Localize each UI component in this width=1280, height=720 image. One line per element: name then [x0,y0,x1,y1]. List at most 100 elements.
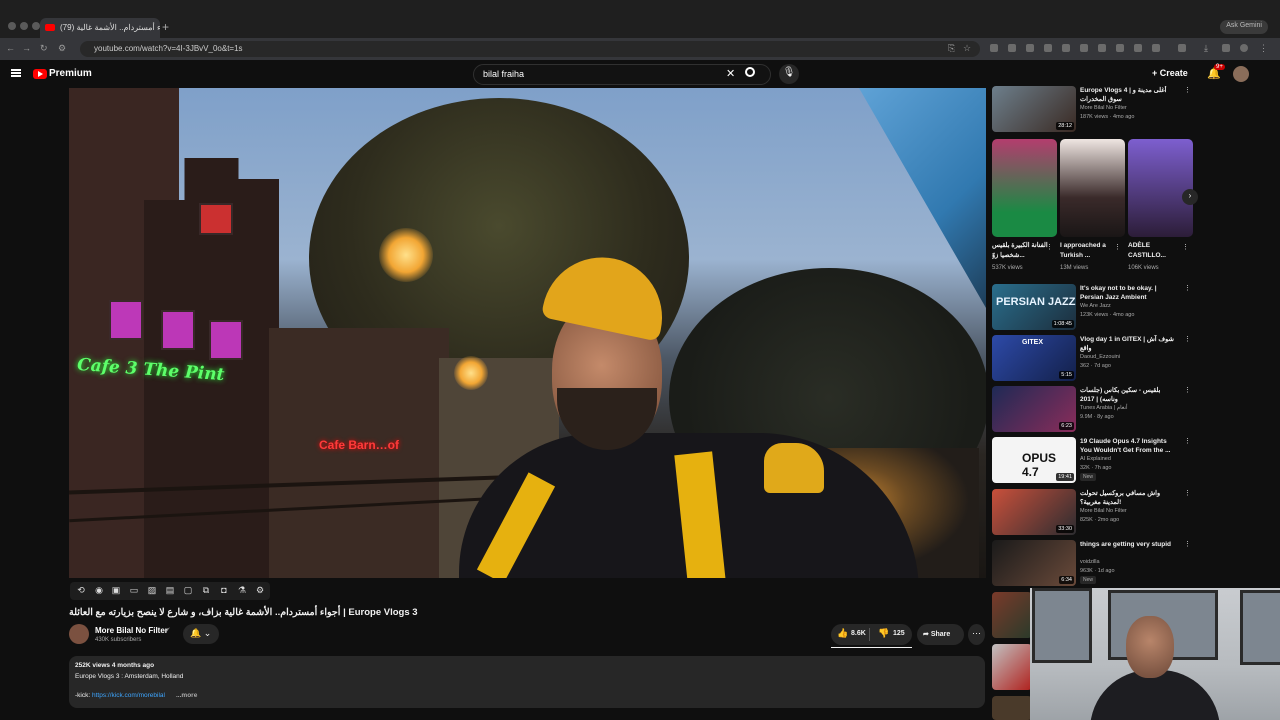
recommended-video[interactable]: 6:23 بلقيس - سكين بكاس (جلسات وناسه) | 2… [992,386,1192,432]
video-title: things are getting very stupid [1080,541,1172,548]
video-views: 825K · 2mo ago [1080,517,1120,523]
video-thumbnail: 6:23 [992,386,1076,432]
dislike-count[interactable]: 125 [893,630,905,637]
kick-link[interactable]: https://kick.com/morebilal [92,692,165,699]
thumbnail-caption: PERSIAN JAZZ [996,296,1076,308]
audio-icon[interactable]: ◉ [93,585,105,596]
video-thumbnail: 28:12 [992,86,1076,132]
ask-gemini-button[interactable]: Ask Gemini [1220,20,1268,34]
frame-icon[interactable]: ▭ [128,585,140,596]
create-label: Create [1159,68,1188,78]
shorts-next-arrow-icon[interactable]: › [1182,189,1198,205]
extension-icon[interactable] [1098,44,1106,52]
kebab-menu-icon[interactable]: ⋮ [1184,489,1191,497]
recommended-video[interactable]: GITEX 5:15 Vlog day 1 in GITEX | شوف آش … [992,335,1192,381]
recommended-video[interactable]: 28:12 Europe Vlogs 4 | أغلى مدينة و سوق … [992,86,1192,132]
loop-icon[interactable]: ⟲ [75,585,87,596]
thumbnail-caption: GITEX [1022,339,1044,346]
theater-icon[interactable]: ▢ [182,585,194,596]
screenshot-icon[interactable]: ▣ [110,585,122,596]
recommended-video[interactable]: 6:34 things are getting very stupid void… [992,540,1192,586]
extension-icon[interactable] [1152,44,1160,52]
hamburger-menu-icon[interactable] [11,69,21,77]
youtube-logo-icon[interactable] [33,69,47,79]
reload-icon[interactable]: ↻ [40,43,48,54]
like-count[interactable]: 8.6K [851,630,866,637]
account-avatar[interactable] [1233,66,1249,82]
video-thumbnail[interactable] [992,696,1032,720]
kebab-menu-icon[interactable]: ⋮ [1184,437,1191,445]
window-maximize-dot[interactable] [32,22,40,30]
settings-gear-icon[interactable]: ⚙ [254,585,266,596]
video-thumbnail[interactable] [992,644,1032,690]
pip-icon[interactable]: ⧉ [200,585,212,596]
image-icon[interactable]: ▨ [146,585,158,596]
url-text: youtube.com/watch?v=4I-3JBvV_0o&t=1s [94,44,243,53]
flask-icon[interactable]: ⚗ [236,585,248,596]
browser-tab[interactable]: (79) أجواء أمستردام.. الأشمة غالية... [40,18,160,38]
video-duration: 1:08:45 [1051,320,1074,328]
video-player[interactable]: Cafe 3 The Pint Cafe Barn…of [69,88,986,578]
short-thumbnail[interactable] [992,139,1057,237]
recommended-video[interactable]: PERSIAN JAZZ 1:08:45 It's okay not to be… [992,284,1192,330]
subscription-bell-button[interactable]: 🔔 ⌄ [183,624,219,644]
clear-search-icon[interactable]: ✕ [726,67,735,80]
new-tab-button[interactable]: + [162,20,169,34]
address-bar[interactable]: youtube.com/watch?v=4I-3JBvV_0o&t=1s [80,41,980,57]
kebab-menu-icon[interactable]: ⋮ [1046,243,1053,251]
show-more-link[interactable]: ...more [176,692,197,699]
kebab-menu-icon[interactable]: ⋮ [1184,386,1191,394]
window-minimize-dot[interactable] [20,22,28,30]
short-title: الفنانة الكبيرة بلقيس شخصيا زوّ... [992,242,1048,259]
extension-icon[interactable] [1116,44,1124,52]
cast-icon[interactable]: ⎘ [948,43,955,54]
description-line: Europe Vlogs 3 : Amsterdam, Holland [75,673,184,680]
recommended-video[interactable]: OPUS 4.7 19:41 19 Claude Opus 4.7 Insigh… [992,437,1192,483]
extension-icon[interactable] [1080,44,1088,52]
browser-menu-icon[interactable]: ⋮ [1259,43,1268,54]
extension-icon[interactable] [1134,44,1142,52]
dislike-thumb-icon[interactable]: 👎 [878,628,889,639]
kebab-menu-icon[interactable]: ⋮ [1184,284,1191,292]
create-button[interactable]: + Create [1152,68,1188,78]
camera-icon[interactable]: ◘ [218,585,230,595]
description-box[interactable] [69,656,985,708]
back-icon[interactable]: ← [6,43,15,53]
extension-icon[interactable] [1222,44,1230,52]
like-thumb-icon[interactable]: 👍 [837,628,848,639]
kebab-menu-icon[interactable]: ⋮ [1184,86,1191,94]
video-views: 963K · 1d ago [1080,568,1115,574]
profile-icon[interactable] [1240,44,1248,52]
extension-icon[interactable] [1044,44,1052,52]
video-meta: 252K views 4 months ago [75,662,155,669]
layout-icon[interactable]: ▤ [164,585,176,596]
short-thumbnail[interactable] [1060,139,1125,237]
download-icon[interactable]: ⤓ [1204,43,1208,54]
search-icon[interactable] [745,67,755,77]
side-panel-icon[interactable] [1178,44,1186,52]
more-actions-icon[interactable]: ⋯ [968,624,985,645]
share-button[interactable]: ➦ Share [917,624,964,645]
kebab-menu-icon[interactable]: ⋮ [1184,335,1191,343]
recommended-video[interactable]: 33:30 واش مسافي بروكسيل تحولت لمدينة مغر… [992,489,1192,535]
kebab-menu-icon[interactable]: ⋮ [1182,243,1189,251]
youtube-premium-logo[interactable]: Premium [49,68,92,79]
bookmark-star-icon[interactable]: ☆ [963,43,971,54]
forward-icon[interactable]: → [22,43,31,53]
extension-icon[interactable] [1008,44,1016,52]
video-thumbnail[interactable] [992,592,1032,638]
extension-icon[interactable] [990,44,998,52]
window-close-dot[interactable] [8,22,16,30]
voice-search-mic-icon[interactable]: 🎙 [779,64,799,84]
extension-icon[interactable] [1062,44,1070,52]
channel-avatar[interactable] [69,624,89,644]
short-thumbnail[interactable] [1128,139,1193,237]
extension-icon[interactable] [1026,44,1034,52]
new-badge: New [1080,473,1097,481]
kebab-menu-icon[interactable]: ⋮ [1114,243,1121,251]
channel-name[interactable]: More Bilal No Filter [95,626,168,635]
kebab-menu-icon[interactable]: ⋮ [1184,540,1191,548]
channel-name: voidzilla [1080,559,1100,565]
webcam-overlay [1030,588,1280,720]
site-info-icon[interactable]: ⚙ [58,43,66,54]
